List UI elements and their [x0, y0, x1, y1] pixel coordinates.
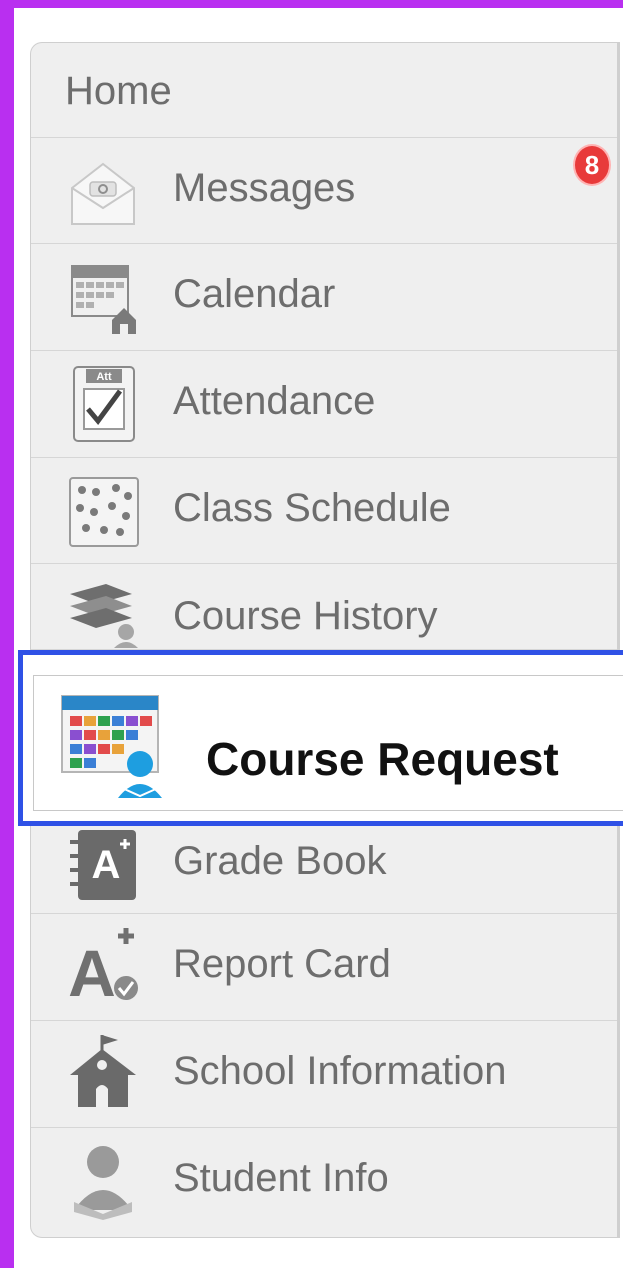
nav-item-course-request[interactable]: Course Request: [18, 650, 623, 826]
messages-badge: 8: [575, 146, 609, 184]
nav-item-home[interactable]: Home: [31, 43, 617, 138]
envelope-icon: [71, 162, 135, 225]
nav-item-school-information[interactable]: School Information: [31, 1021, 617, 1128]
nav-item-grade-book[interactable]: A Grade Book: [31, 826, 617, 914]
frame-left: [0, 0, 14, 1268]
nav-right-border: [617, 42, 620, 1238]
nav-item-label: Report Card: [173, 942, 391, 986]
report-card-icon: A: [68, 928, 138, 1004]
nav-item-label: Student Info: [173, 1156, 389, 1200]
books-icon: [70, 584, 138, 648]
nav-item-label: Course History: [173, 594, 438, 638]
calendar-icon: [71, 265, 136, 334]
attendance-icon-text: Att: [96, 371, 112, 383]
nav-item-label: Class Schedule: [173, 486, 451, 530]
nav-item-report-card[interactable]: A Report Card: [31, 914, 617, 1021]
nav-item-attendance[interactable]: Att Attendance: [31, 351, 617, 458]
course-request-calendar-icon: [61, 695, 162, 798]
nav-item-messages[interactable]: Messages: [31, 138, 617, 244]
nav-item-label: School Information: [173, 1049, 507, 1093]
nav-item-calendar[interactable]: Calendar: [31, 244, 617, 351]
nav-item-label: Attendance: [173, 379, 376, 423]
grade-book-icon-text: A: [92, 843, 121, 887]
attendance-checklist-icon: Att: [73, 366, 135, 442]
report-card-icon-text: A: [68, 936, 116, 1004]
school-house-icon: [70, 1035, 136, 1107]
nav-item-label: Grade Book: [173, 839, 387, 883]
grade-book-icon: A: [70, 830, 136, 900]
nav-item-course-request-card: Course Request: [33, 675, 623, 811]
nav-item-label: Calendar: [173, 272, 336, 316]
nav-item-class-schedule[interactable]: Class Schedule: [31, 458, 617, 564]
student-reading-icon: [74, 1146, 132, 1220]
nav-item-label: Messages: [173, 166, 356, 210]
nav-item-label: Course Request: [206, 733, 559, 785]
nav-item-course-history[interactable]: Course History: [31, 564, 617, 650]
nav-item-label: Home: [65, 69, 172, 113]
nav-item-student-info[interactable]: Student Info: [31, 1128, 617, 1236]
frame-top: [0, 0, 623, 8]
seating-chart-icon: [69, 477, 139, 547]
